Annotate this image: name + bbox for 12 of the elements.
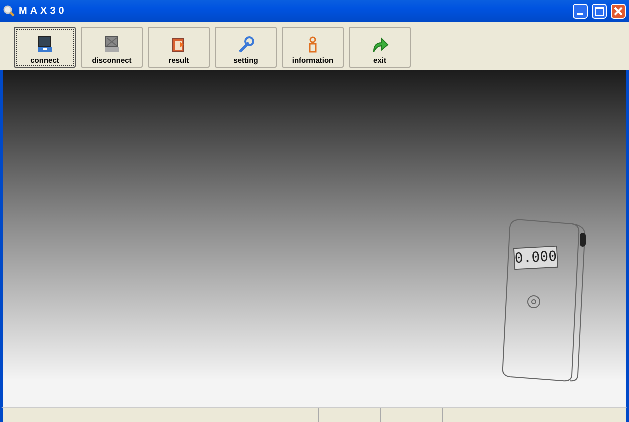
arrow-icon [371, 36, 389, 54]
close-button[interactable] [611, 4, 626, 18]
minimize-button[interactable] [573, 4, 588, 18]
wrench-icon [237, 36, 255, 54]
maximize-icon [595, 6, 604, 16]
close-icon [614, 6, 623, 16]
monitor-icon [36, 36, 54, 54]
maximize-button[interactable] [592, 4, 607, 18]
window-title: MAX30 [19, 4, 68, 18]
monitor-icon [103, 36, 121, 54]
magnifier-icon [3, 5, 15, 17]
device-display: 0.000 [513, 246, 559, 270]
